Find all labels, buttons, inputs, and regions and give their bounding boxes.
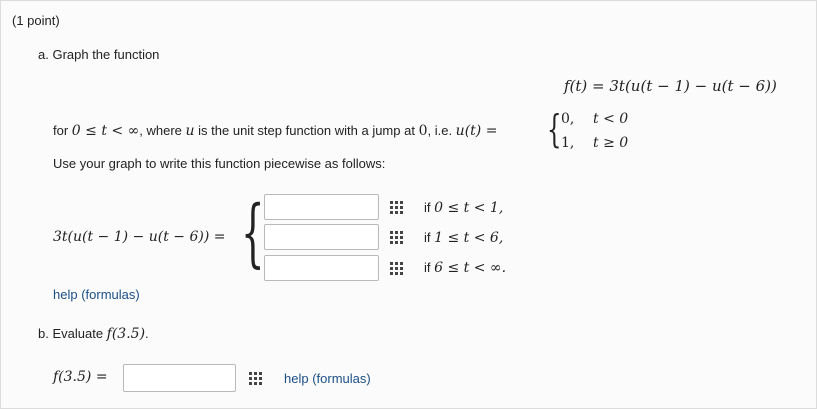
piece-3-input[interactable] (264, 255, 379, 281)
piece-3-condition: if 6 ≤ t < ∞. (424, 260, 507, 276)
part-a-label: a. Graph the function (38, 47, 160, 62)
case-1-value: 0, (561, 111, 575, 127)
help-formulas-link-b[interactable]: help (formulas) (284, 371, 371, 386)
problem-panel: (1 point) a. Graph the function f(t) = 3… (0, 0, 817, 409)
unit-step-def: u(t) = (455, 123, 498, 139)
f-3-5-input[interactable] (123, 364, 236, 392)
equation-editor-icon[interactable] (249, 372, 262, 385)
case-1-condition: t < 0 (593, 111, 629, 127)
function-definition: f(t) = 3t(u(t − 1) − u(t − 6)) (564, 77, 777, 95)
equation-editor-icon[interactable] (390, 262, 403, 275)
piece-2-condition: if 1 ≤ t < 6, (424, 230, 504, 246)
evaluate-lhs: f(3.5) = (53, 369, 108, 385)
piece-1-input[interactable] (264, 194, 379, 220)
equation-editor-icon[interactable] (390, 201, 403, 214)
piece-2-input[interactable] (264, 224, 379, 250)
case-2-value: 1, (561, 135, 575, 151)
piecewise-lhs: 3t(u(t − 1) − u(t − 6)) = (53, 229, 226, 245)
part-b-label: b. Evaluate f(3.5). (38, 326, 149, 342)
point-label: (1 point) (12, 13, 60, 28)
case-2-condition: t ≥ 0 (593, 135, 629, 151)
instruction-text: Use your graph to write this function pi… (53, 156, 386, 171)
domain-range: 0 ≤ t < ∞ (71, 123, 140, 139)
cases-brace: { (547, 107, 562, 151)
help-formulas-link-a[interactable]: help (formulas) (53, 287, 140, 302)
piecewise-brace: { (241, 190, 265, 276)
piece-1-condition: if 0 ≤ t < 1, (424, 200, 504, 216)
equation-editor-icon[interactable] (390, 231, 403, 244)
domain-sentence: for 0 ≤ t < ∞, where u is the unit step … (53, 123, 498, 139)
